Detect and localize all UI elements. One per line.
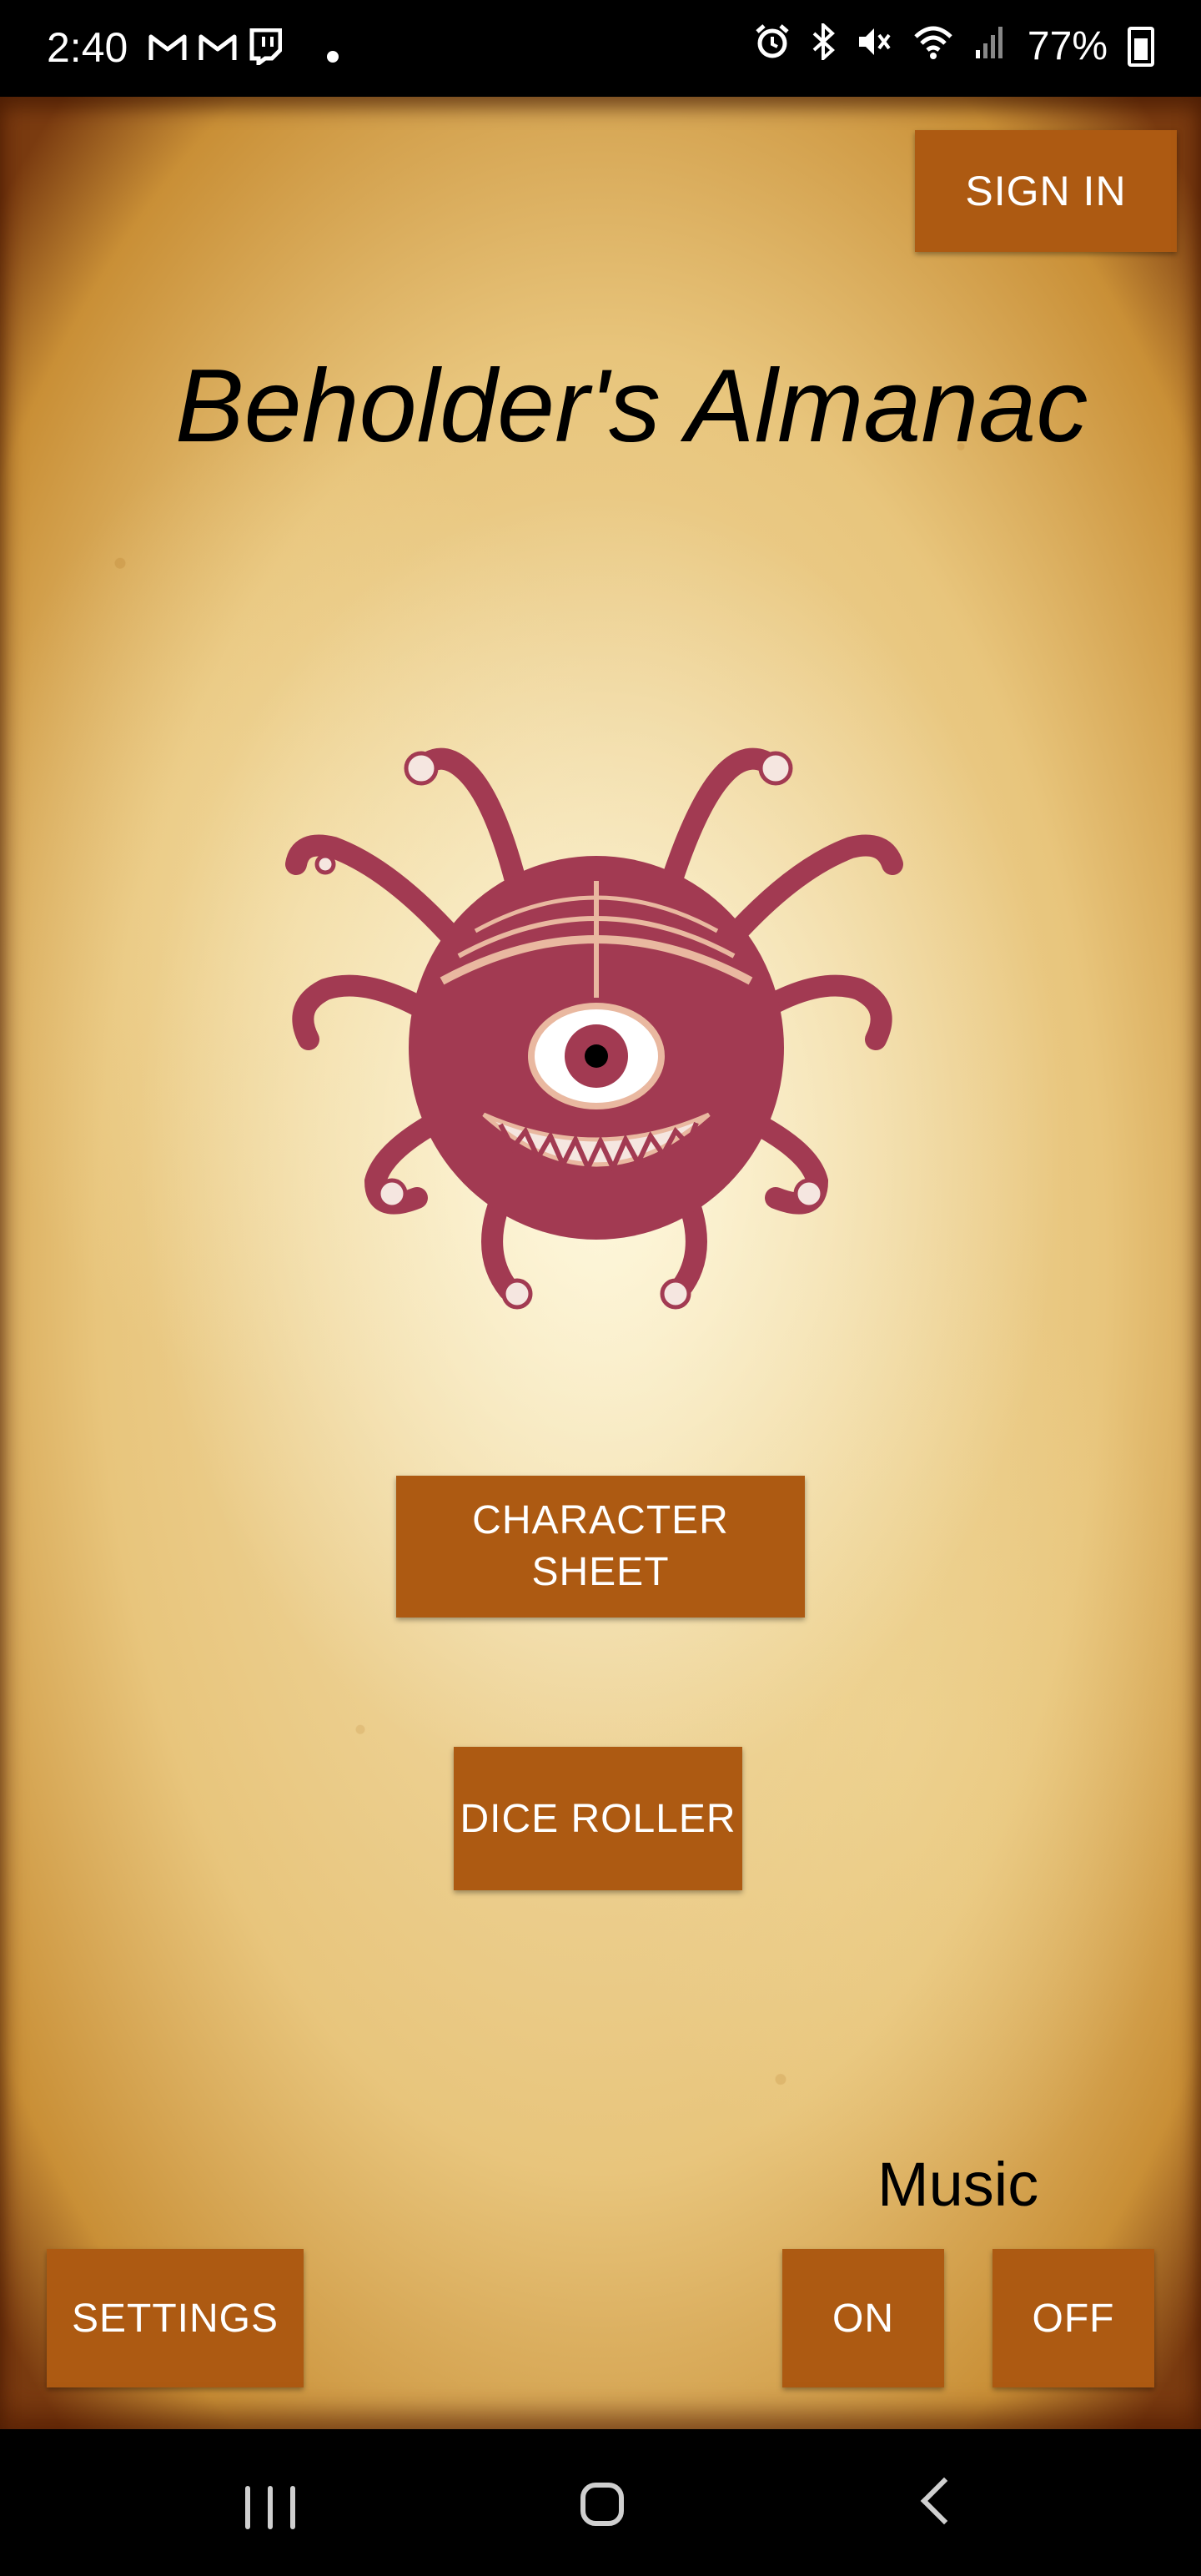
gmail-icon — [198, 32, 237, 72]
signal-icon — [974, 23, 1008, 69]
twitch-icon — [249, 28, 283, 74]
app-screen: SIGN IN Beholder's Almanac CHARACTER SHE… — [0, 97, 1201, 2429]
dice-roller-button[interactable]: DICE ROLLER — [454, 1747, 742, 1890]
bluetooth-icon — [811, 21, 836, 69]
music-on-button[interactable]: ON — [782, 2249, 944, 2387]
recents-icon[interactable] — [245, 2486, 295, 2529]
gmail-icon — [148, 32, 187, 72]
beholder-logo — [275, 681, 917, 1323]
alarm-icon — [754, 23, 791, 69]
back-icon[interactable] — [920, 2477, 968, 2525]
character-sheet-label: CHARACTER SHEET — [472, 1498, 729, 1594]
home-icon[interactable] — [580, 2483, 624, 2526]
wifi-icon — [912, 23, 954, 69]
sign-in-button[interactable]: SIGN IN — [915, 130, 1177, 252]
character-sheet-button[interactable]: CHARACTER SHEET — [396, 1476, 805, 1618]
notification-icons — [148, 28, 339, 74]
music-off-button[interactable]: OFF — [992, 2249, 1154, 2387]
settings-button[interactable]: SETTINGS — [47, 2249, 304, 2387]
battery-icon — [1128, 26, 1154, 67]
system-icons: 77% — [754, 21, 1154, 69]
app-title: Beholder's Almanac — [175, 349, 1088, 464]
dot-icon — [327, 32, 339, 72]
navigation-bar — [0, 2429, 1201, 2576]
status-bar: 2:40 77% — [0, 0, 1201, 97]
status-time: 2:40 — [47, 24, 128, 71]
music-label: Music — [877, 2150, 1039, 2219]
mute-icon — [856, 23, 892, 69]
battery-percent: 77% — [1027, 24, 1108, 68]
